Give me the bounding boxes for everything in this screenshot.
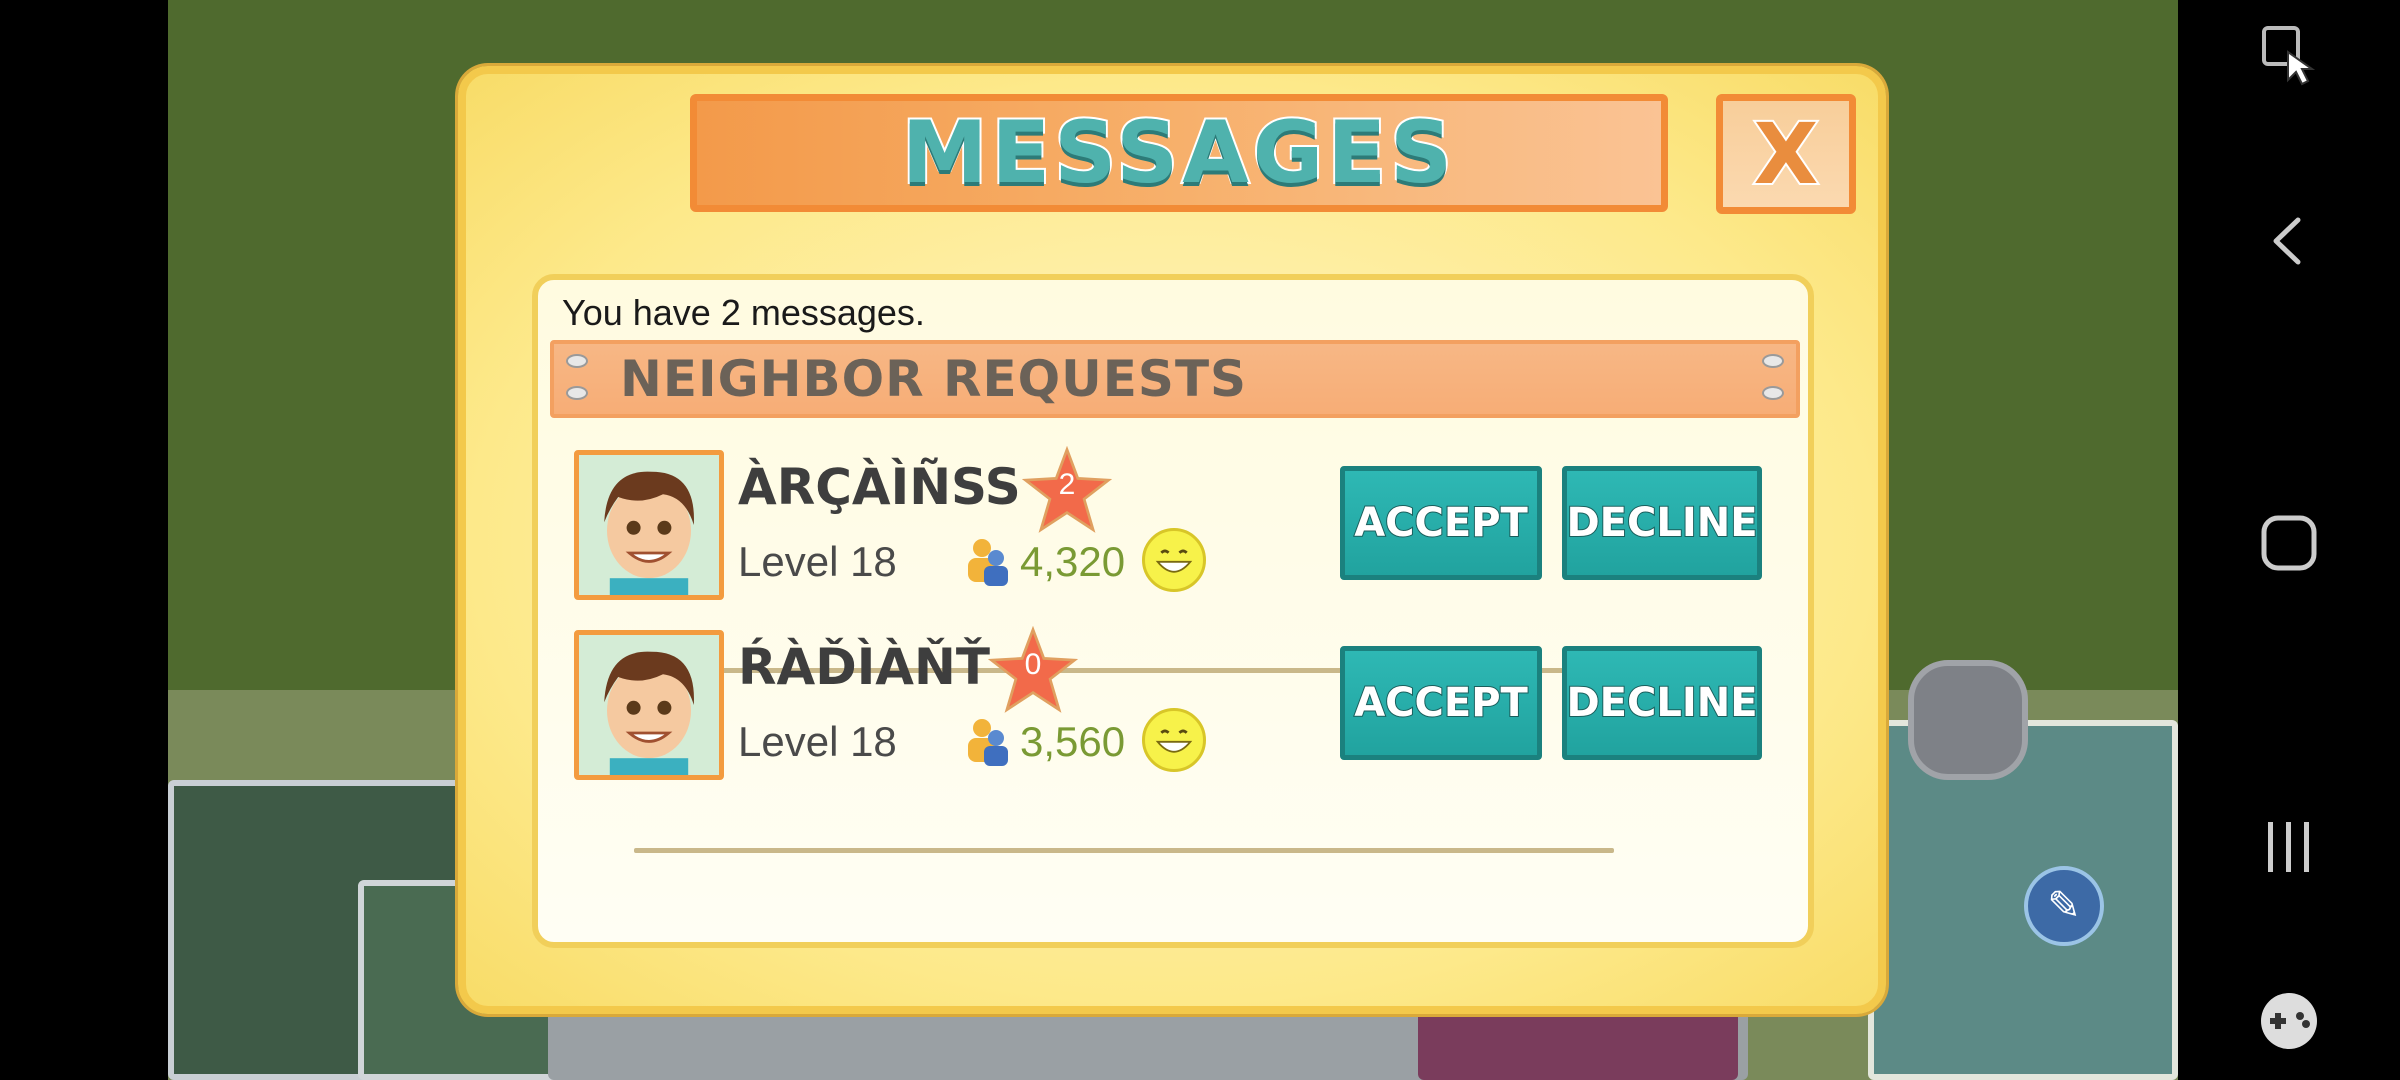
avatar-icon xyxy=(574,630,724,780)
player-name: ŔÀĎÌÀŇŤ xyxy=(738,638,990,696)
star-icon: 2 xyxy=(1021,445,1113,536)
divider xyxy=(634,848,1614,853)
star-icon: 0 xyxy=(987,625,1079,716)
back-icon[interactable] xyxy=(2256,208,2322,274)
close-button[interactable]: X xyxy=(1716,94,1856,214)
water-tower[interactable] xyxy=(1908,660,2028,780)
smile-icon xyxy=(1142,708,1206,772)
messages-panel: You have 2 messages. NEIGHBOR REQUESTS À… xyxy=(532,274,1814,948)
player-level: Level 18 xyxy=(738,538,897,585)
home-icon[interactable] xyxy=(2256,510,2322,576)
star-count: 0 xyxy=(1024,648,1042,681)
rivet-icon xyxy=(1762,354,1784,368)
neighbor-request: ŔÀĎÌÀŇŤ 0 Level 18 3,560 ACCEPT DECLINE xyxy=(574,625,1764,790)
decline-button[interactable]: DECLINE xyxy=(1562,646,1762,760)
building[interactable] xyxy=(1868,720,2178,1080)
close-icon: X xyxy=(1752,103,1821,205)
recents-icon[interactable] xyxy=(2256,814,2322,880)
player-name: ÀRÇÀÌÑSS xyxy=(738,458,1021,516)
accept-button[interactable]: ACCEPT xyxy=(1340,466,1542,580)
decline-button[interactable]: DECLINE xyxy=(1562,466,1762,580)
avatar-icon xyxy=(574,450,724,600)
system-nav-bar xyxy=(2178,0,2400,1080)
population-icon xyxy=(964,536,1010,586)
pencil-icon[interactable]: ✎ xyxy=(2024,866,2104,946)
rivet-icon xyxy=(566,354,588,368)
section-title: NEIGHBOR REQUESTS xyxy=(620,350,1248,408)
population-value: 3,560 xyxy=(1020,718,1126,765)
title-bar: MESSAGES xyxy=(690,94,1668,212)
message-count: You have 2 messages. xyxy=(562,292,925,333)
smile-icon xyxy=(1142,528,1206,592)
game-tools-icon[interactable] xyxy=(2256,988,2322,1054)
population-value: 4,320 xyxy=(1020,538,1126,585)
accept-button[interactable]: ACCEPT xyxy=(1340,646,1542,760)
star-count: 2 xyxy=(1058,468,1076,501)
neighbor-request: ÀRÇÀÌÑSS 2 Level 18 4,320 ACCEPT DECLINE xyxy=(574,445,1764,610)
messages-dialog: MESSAGES X You have 2 messages. NEIGHBOR… xyxy=(458,66,1886,1014)
dialog-title: MESSAGES xyxy=(900,101,1457,205)
player-level: Level 18 xyxy=(738,718,897,765)
screen-capture-icon[interactable] xyxy=(2256,22,2322,88)
rivet-icon xyxy=(566,386,588,400)
section-header: NEIGHBOR REQUESTS xyxy=(550,340,1800,418)
rivet-icon xyxy=(1762,386,1784,400)
population-icon xyxy=(964,716,1010,766)
